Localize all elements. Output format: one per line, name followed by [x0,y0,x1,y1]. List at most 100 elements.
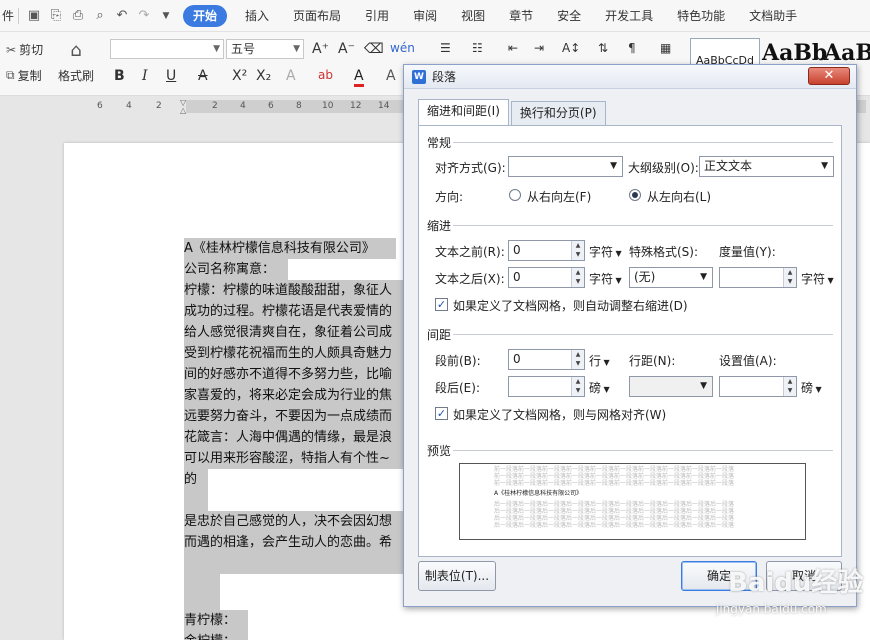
doc-line[interactable]: 受到柠檬花祝福而生的人颇具奇魅力 [184,343,408,364]
dialog-titlebar[interactable]: W 段落 [404,65,856,89]
grid-align-label[interactable]: 如果定义了文档网格，则与网格对齐(W) [453,406,666,423]
doc-line[interactable] [184,553,408,574]
style-heading1[interactable]: AaBb [762,40,827,66]
tab-section[interactable]: 章节 [497,5,545,27]
doc-line[interactable]: 家喜爱的，将来必定会成为行业的焦 [184,385,408,406]
grow-font-icon[interactable]: A⁺ [312,41,329,57]
bold-icon[interactable]: B [114,68,125,84]
special-format-select[interactable]: (无) ▼ [629,267,713,288]
phonetic-icon[interactable]: wén [390,41,415,55]
decrease-indent-icon[interactable]: ⇤ [508,41,518,55]
char-scale-icon[interactable]: A↕ [562,41,580,55]
print-icon[interactable]: ⎙ [67,5,89,27]
format-painter-button[interactable]: ⌂ 格式刷 [58,40,94,84]
bullet-list-icon[interactable]: ☰ [440,41,451,55]
italic-icon[interactable]: I [142,68,148,84]
tab-insert[interactable]: 插入 [233,5,281,27]
indent-before-unit[interactable]: 字符 ▼ [589,243,622,260]
show-marks-icon[interactable]: ¶ [628,41,636,55]
tab-home[interactable]: 开始 [183,4,228,27]
file-menu-fragment[interactable]: 件 [0,7,14,24]
doc-line[interactable]: 花箴言：人海中偶遇的情缘，最是浪 [184,427,408,448]
copy-button[interactable]: ⧉ 复制 [6,67,42,84]
indent-before-input[interactable]: 0 ▲ ▼ [508,240,585,261]
doc-line[interactable]: 是忠於自己感觉的人，决不会因幻想 [184,511,408,532]
strikethrough-icon[interactable]: A [198,68,208,84]
outline-level-select[interactable]: 正文文本 ▼ [699,156,834,177]
underline-icon[interactable]: U [166,68,176,84]
char-shading-icon[interactable]: A [386,68,396,84]
rtl-radio[interactable] [509,189,521,201]
subscript-icon[interactable]: X₂ [256,68,271,84]
tab-page-layout[interactable]: 页面布局 [281,5,353,27]
set-value-input[interactable]: ▲ ▼ [719,376,797,397]
tab-special-features[interactable]: 特色功能 [665,5,737,27]
spinner-icon[interactable]: ▲ ▼ [783,377,796,396]
doc-line[interactable]: 公司名称寓意： [184,259,288,280]
border-icon[interactable]: ▦ [660,41,671,55]
doc-line[interactable]: A《桂林柠檬信息科技有限公司》 [184,238,396,259]
undo-icon[interactable]: ↶ [111,5,133,27]
doc-line[interactable]: 的 [184,469,208,490]
tab-security[interactable]: 安全 [545,5,593,27]
print-preview-icon[interactable]: ⌕ [89,5,111,27]
text-effect-icon[interactable]: A [286,68,296,84]
doc-line[interactable]: 给人感觉很清爽自在，象征着公司成 [184,322,408,343]
spinner-icon[interactable]: ▲ ▼ [783,268,796,287]
doc-line[interactable]: 间的好感亦不道得不多努力些，比喻 [184,364,408,385]
doc-line[interactable]: 而遇的相逢，会产生动人的恋曲。希 [184,532,408,553]
tab-indent-spacing[interactable]: 缩进和间距(I) [418,99,509,125]
doc-line[interactable] [184,490,208,511]
highlight-icon[interactable]: ab [318,68,333,82]
shrink-font-icon[interactable]: A⁻ [338,41,355,57]
tab-review[interactable]: 审阅 [401,5,449,27]
superscript-icon[interactable]: X² [232,68,247,84]
tab-developer[interactable]: 开发工具 [593,5,665,27]
tabs-button[interactable]: 制表位(T)... [418,561,496,591]
alignment-select[interactable]: ▼ [508,156,623,177]
redo-icon[interactable]: ↷ [133,5,155,27]
sort-icon[interactable]: ⇅ [598,41,608,55]
space-after-unit[interactable]: 磅 ▼ [589,379,610,396]
export-icon[interactable]: ⎘ [45,5,67,27]
indent-after-input[interactable]: 0 ▲ ▼ [508,267,585,288]
tab-doc-assistant[interactable]: 文档助手 [737,5,809,27]
doc-line[interactable]: 远要努力奋斗，不要因为一点成绩而 [184,406,408,427]
grid-align-checkbox[interactable]: ✓ [435,407,448,420]
doc-line[interactable]: 成功的过程。柠檬花语是代表爱情的 [184,301,408,322]
close-button[interactable]: ✕ [808,67,850,85]
numbered-list-icon[interactable]: ☷ [472,41,483,55]
font-color-icon[interactable]: A [354,68,364,87]
measure-input[interactable]: ▲ ▼ [719,267,797,288]
measure-unit[interactable]: 字符 ▼ [801,270,834,287]
grid-indent-label[interactable]: 如果定义了文档网格，则自动调整右缩进(D) [453,297,688,314]
doc-line[interactable]: 金柠檬： [184,631,248,640]
space-after-input[interactable]: ▲ ▼ [508,376,585,397]
doc-line[interactable]: 可以用来形容酸涩，特指人有个性~ [184,448,408,469]
font-size-select[interactable]: 五号 ▼ [226,39,304,59]
doc-line[interactable] [184,574,220,610]
spinner-icon[interactable]: ▲ ▼ [571,350,584,369]
clear-format-icon[interactable]: ⌫ [364,41,384,57]
ltr-radio[interactable] [629,189,641,201]
tab-references[interactable]: 引用 [353,5,401,27]
font-name-input[interactable]: ▼ [110,39,224,59]
spinner-icon[interactable]: ▲ ▼ [571,241,584,260]
doc-line[interactable]: 青柠檬： [184,610,248,631]
rtl-label[interactable]: 从右向左(F) [527,188,591,205]
chevron-down-icon[interactable]: ▼ [155,5,177,27]
space-before-unit[interactable]: 行 ▼ [589,352,610,369]
set-value-unit[interactable]: 磅 ▼ [801,379,822,396]
style-heading2[interactable]: AaBb [824,40,870,66]
increase-indent-icon[interactable]: ⇥ [534,41,544,55]
space-before-input[interactable]: 0 ▲ ▼ [508,349,585,370]
tab-view[interactable]: 视图 [449,5,497,27]
ltr-label[interactable]: 从左向右(L) [647,188,711,205]
save-icon[interactable]: ▣ [23,5,45,27]
spinner-icon[interactable]: ▲ ▼ [571,268,584,287]
indent-after-unit[interactable]: 字符 ▼ [589,270,622,287]
tab-line-page-breaks[interactable]: 换行和分页(P) [510,101,606,125]
doc-line[interactable]: 柠檬：柠檬的味道酸酸甜甜，象征人 [184,280,408,301]
line-spacing-select[interactable]: ▼ [629,376,713,397]
indent-marker-icon[interactable]: ▽ △ [180,99,189,115]
